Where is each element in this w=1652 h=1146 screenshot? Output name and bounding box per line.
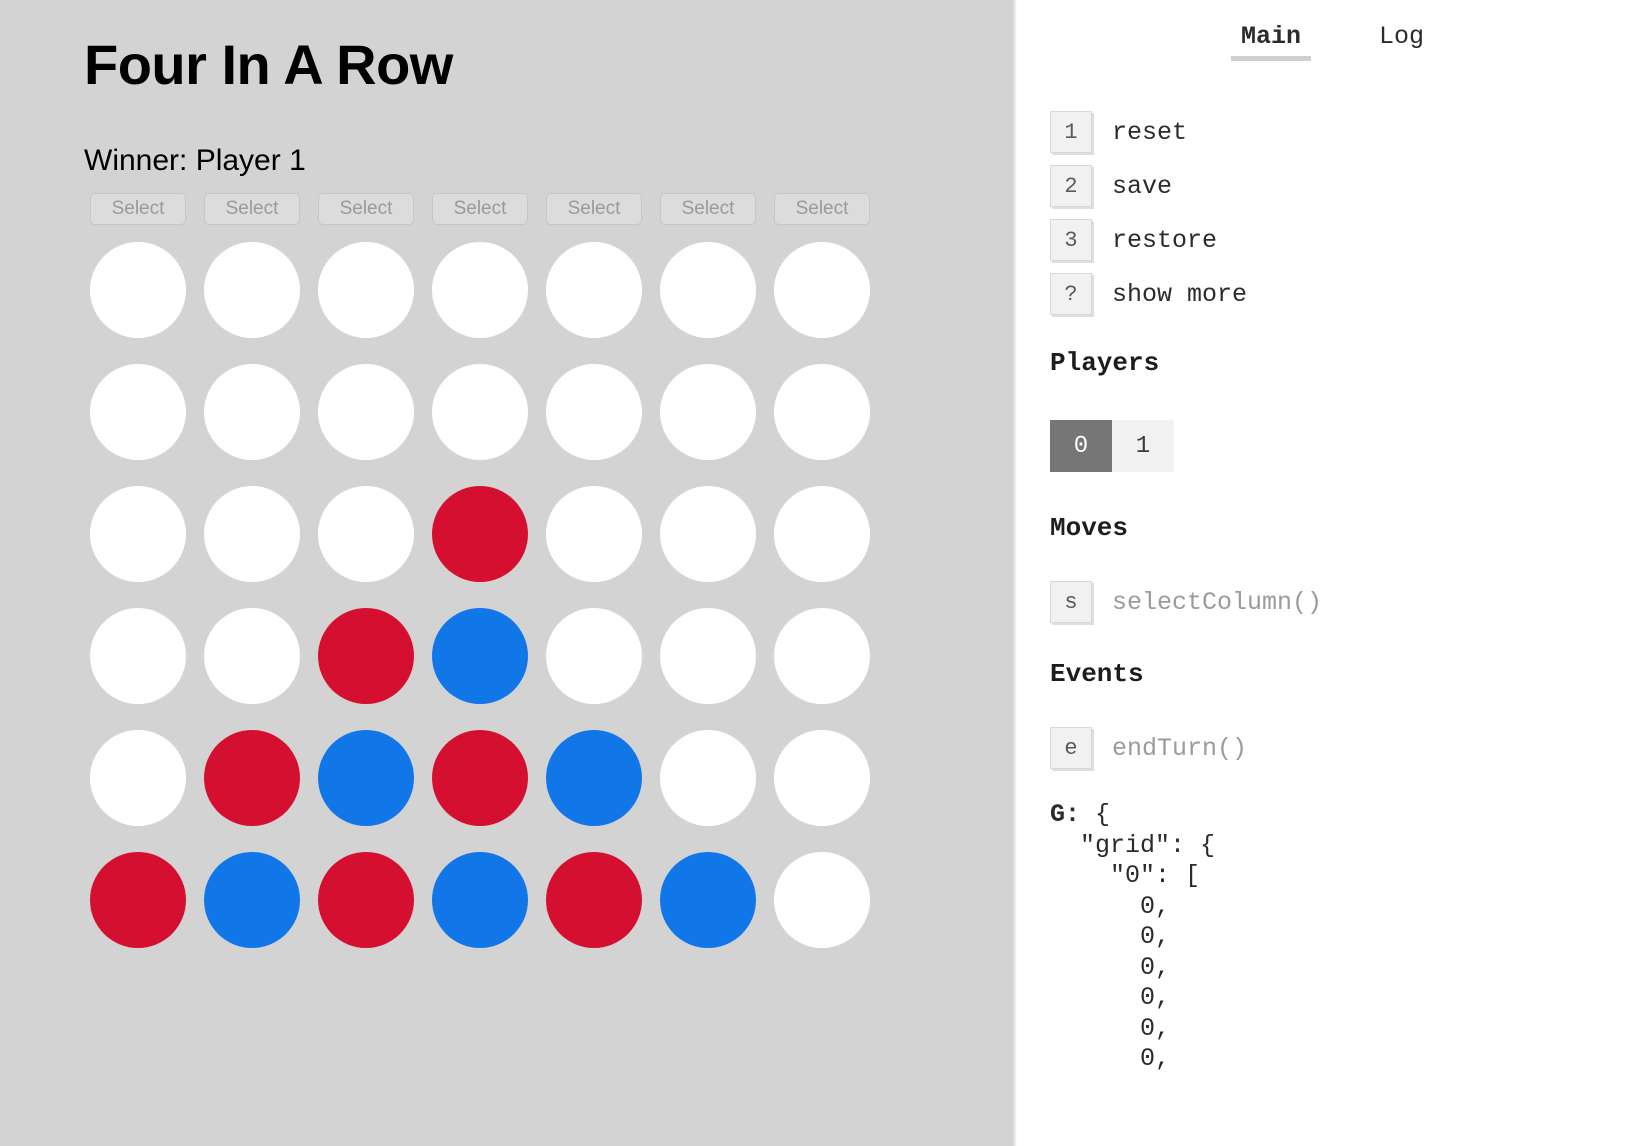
game-state-body: { "grid": { "0": [ 0, 0, 0, 0, 0, 0,	[1080, 800, 1216, 1073]
moves-heading: Moves	[1050, 513, 1129, 543]
grid-row	[90, 608, 870, 704]
grid-cell-r4-c1[interactable]	[204, 730, 300, 826]
grid-cell-r2-c5[interactable]	[660, 486, 756, 582]
move-label: selectColumn()	[1112, 587, 1323, 617]
grid-cell-r1-c6[interactable]	[774, 364, 870, 460]
grid-row	[90, 486, 870, 582]
grid-cell-r1-c4[interactable]	[546, 364, 642, 460]
grid-cell-r0-c3[interactable]	[432, 242, 528, 338]
winner-status: Winner: Player 1	[84, 144, 306, 177]
events-list: e endTurn()	[1050, 724, 1247, 778]
game-board-pane: Four In A Row Winner: Player 1 Select Sel…	[0, 0, 1013, 1146]
control-label[interactable]: reset	[1112, 118, 1187, 147]
players-heading: Players	[1050, 348, 1160, 378]
grid-cell-r0-c0[interactable]	[90, 242, 186, 338]
grid-row	[90, 364, 870, 460]
grid-row	[90, 730, 870, 826]
four-in-a-row-app: Four In A Row Winner: Player 1 Select Sel…	[0, 0, 1652, 1146]
grid-cell-r0-c4[interactable]	[546, 242, 642, 338]
grid-cell-r5-c2[interactable]	[318, 852, 414, 948]
tab-log[interactable]: Log	[1379, 22, 1424, 61]
grid-cell-r4-c6[interactable]	[774, 730, 870, 826]
game-state-json: G: { "grid": { "0": [ 0, 0, 0, 0, 0, 0,	[1050, 800, 1215, 1075]
players-selector: 01	[1050, 420, 1174, 472]
grid-cell-r0-c1[interactable]	[204, 242, 300, 338]
grid-cell-r5-c6[interactable]	[774, 852, 870, 948]
grid-cell-r3-c0[interactable]	[90, 608, 186, 704]
control-label[interactable]: save	[1112, 172, 1172, 201]
controls-list: 1 reset 2 save 3 restore? show more	[1050, 108, 1247, 324]
grid-cell-r4-c4[interactable]	[546, 730, 642, 826]
debug-panel: Main Log 1 reset 2 save 3 restore? show more Pl…	[1013, 0, 1652, 1146]
move-row: s selectColumn()	[1050, 578, 1322, 626]
grid-cell-r4-c2[interactable]	[318, 730, 414, 826]
control-key-?[interactable]: ?	[1050, 273, 1092, 315]
grid-cell-r3-c2[interactable]	[318, 608, 414, 704]
grid-cell-r5-c0[interactable]	[90, 852, 186, 948]
grid-cell-r1-c5[interactable]	[660, 364, 756, 460]
grid-cell-r3-c4[interactable]	[546, 608, 642, 704]
player-button-1[interactable]: 1	[1112, 420, 1174, 472]
page-title: Four In A Row	[84, 33, 453, 96]
grid-cell-r3-c1[interactable]	[204, 608, 300, 704]
select-column-button-0[interactable]: Select	[90, 193, 186, 225]
grid-cell-r5-c1[interactable]	[204, 852, 300, 948]
grid-cell-r1-c0[interactable]	[90, 364, 186, 460]
select-column-button-4[interactable]: Select	[546, 193, 642, 225]
control-label[interactable]: show more	[1112, 280, 1247, 309]
grid-cell-r0-c2[interactable]	[318, 242, 414, 338]
grid-cell-r1-c2[interactable]	[318, 364, 414, 460]
grid-cell-r1-c3[interactable]	[432, 364, 528, 460]
select-column-button-5[interactable]: Select	[660, 193, 756, 225]
select-column-button-2[interactable]: Select	[318, 193, 414, 225]
event-label: endTurn()	[1112, 733, 1248, 763]
grid-cell-r0-c6[interactable]	[774, 242, 870, 338]
select-column-button-6[interactable]: Select	[774, 193, 870, 225]
grid-cell-r3-c6[interactable]	[774, 608, 870, 704]
grid-cell-r4-c5[interactable]	[660, 730, 756, 826]
grid-cell-r3-c3[interactable]	[432, 608, 528, 704]
control-label[interactable]: restore	[1112, 226, 1217, 255]
grid-cell-r1-c1[interactable]	[204, 364, 300, 460]
player-button-0[interactable]: 0	[1050, 420, 1112, 472]
grid-cell-r2-c3[interactable]	[432, 486, 528, 582]
grid-row	[90, 852, 870, 948]
event-row: e endTurn()	[1050, 724, 1247, 772]
grid-cell-r2-c4[interactable]	[546, 486, 642, 582]
grid-cell-r5-c4[interactable]	[546, 852, 642, 948]
control-key-3[interactable]: 3	[1050, 219, 1092, 261]
event-key-e[interactable]: e	[1050, 727, 1092, 769]
grid-cell-r2-c6[interactable]	[774, 486, 870, 582]
control-row: ? show more	[1050, 270, 1247, 318]
grid-row	[90, 242, 870, 338]
grid-cell-r0-c5[interactable]	[660, 242, 756, 338]
grid-cell-r2-c1[interactable]	[204, 486, 300, 582]
grid-cell-r2-c2[interactable]	[318, 486, 414, 582]
grid-cell-r4-c0[interactable]	[90, 730, 186, 826]
control-key-1[interactable]: 1	[1050, 111, 1092, 153]
grid-cell-r4-c3[interactable]	[432, 730, 528, 826]
moves-list: s selectColumn()	[1050, 578, 1322, 632]
events-heading: Events	[1050, 659, 1144, 689]
control-row: 1 reset	[1050, 108, 1247, 156]
tab-main[interactable]: Main	[1230, 22, 1312, 61]
control-row: 3 restore	[1050, 216, 1247, 264]
grid-cell-r5-c3[interactable]	[432, 852, 528, 948]
move-key-s[interactable]: s	[1050, 581, 1092, 623]
select-column-button-3[interactable]: Select	[432, 193, 528, 225]
select-column-button-1[interactable]: Select	[204, 193, 300, 225]
column-select-row: Select Select Select Select Select Select Sele…	[90, 193, 870, 225]
grid-cell-r2-c0[interactable]	[90, 486, 186, 582]
control-row: 2 save	[1050, 162, 1247, 210]
control-key-2[interactable]: 2	[1050, 165, 1092, 207]
game-state-key: G:	[1050, 800, 1081, 829]
game-grid	[90, 242, 870, 948]
panel-tabs: Main Log	[1013, 22, 1652, 61]
grid-cell-r3-c5[interactable]	[660, 608, 756, 704]
grid-cell-r5-c5[interactable]	[660, 852, 756, 948]
